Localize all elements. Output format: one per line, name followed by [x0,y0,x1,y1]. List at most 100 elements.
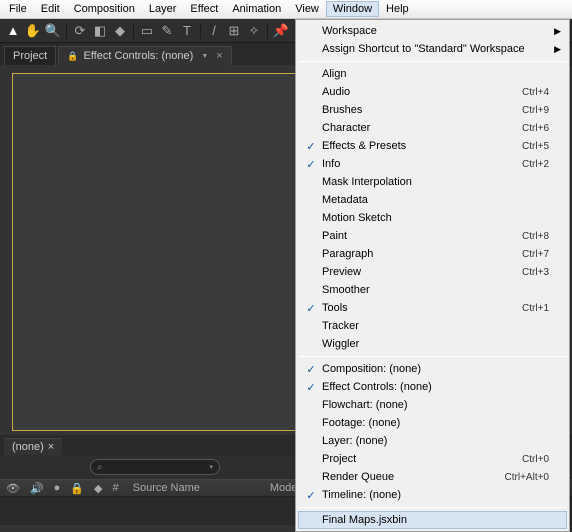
menu-separator [299,507,566,508]
pin-tool-icon[interactable]: 📌 [272,22,290,40]
label-icon[interactable]: ◆ [94,482,102,495]
menu-item[interactable]: ProjectCtrl+0 [298,450,567,468]
menu-composition[interactable]: Composition [67,1,142,17]
tab-timeline-none[interactable]: (none) × [4,438,62,455]
menu-item[interactable]: Mask Interpolation [298,173,567,191]
menu-item[interactable]: ✓Composition: (none) [298,360,567,378]
menubar: FileEditCompositionLayerEffectAnimationV… [0,0,572,19]
menu-item[interactable]: Flowchart: (none) [298,396,567,414]
camera-tool-icon[interactable]: ◧ [91,22,109,40]
text-tool-icon[interactable]: T [178,22,196,40]
menu-item-label: Paragraph [320,248,522,260]
menu-item-shortcut: Ctrl+0 [522,454,549,465]
rotate-tool-icon[interactable]: ⟳ [71,22,89,40]
menu-item[interactable]: Align [298,65,567,83]
menu-item-shortcut: Ctrl+9 [522,105,549,116]
menu-item[interactable]: PaintCtrl+8 [298,227,567,245]
pen-tool-icon[interactable]: ✎ [158,22,176,40]
menu-help[interactable]: Help [379,1,416,17]
menu-item[interactable]: Wiggler [298,335,567,353]
check-icon: ✓ [302,489,320,502]
menu-item-shortcut: Ctrl+Alt+0 [505,472,549,483]
menu-item[interactable]: Workspace▶ [298,22,567,40]
menu-effect[interactable]: Effect [183,1,225,17]
col-source-name[interactable]: Source Name [133,482,200,494]
menu-item-shortcut: Ctrl+6 [522,123,549,134]
menu-item[interactable]: ParagraphCtrl+7 [298,245,567,263]
eraser-tool-icon[interactable]: ✧ [245,22,263,40]
menu-item-shortcut: Ctrl+8 [522,231,549,242]
anchor-tool-icon[interactable]: ◆ [111,22,129,40]
menu-item-label: Flowchart: (none) [320,399,549,411]
hand-tool-icon[interactable]: ✋ [24,22,42,40]
menu-item-label: Motion Sketch [320,212,549,224]
menu-item-label: Preview [320,266,522,278]
zoom-tool-icon[interactable]: 🔍 [44,22,62,40]
menu-item-label: Render Queue [320,471,505,483]
menu-item[interactable]: BrushesCtrl+9 [298,101,567,119]
menu-item-label: Mask Interpolation [320,176,549,188]
menu-item-label: Tracker [320,320,549,332]
menu-item[interactable]: ✓Effect Controls: (none) [298,378,567,396]
menu-item[interactable]: Footage: (none) [298,414,567,432]
menu-item[interactable]: Render QueueCtrl+Alt+0 [298,468,567,486]
menu-item-label: Audio [320,86,522,98]
menu-item[interactable]: AudioCtrl+4 [298,83,567,101]
stamp-tool-icon[interactable]: ⊞ [225,22,243,40]
selection-tool-icon[interactable]: ▲ [4,22,22,40]
close-icon[interactable]: × [48,441,54,453]
menu-item[interactable]: CharacterCtrl+6 [298,119,567,137]
eye-icon[interactable]: 👁 [6,482,20,495]
menu-item[interactable]: PreviewCtrl+3 [298,263,567,281]
brush-tool-icon[interactable]: / [205,22,223,40]
menu-separator [299,61,566,62]
window-menu-dropdown: Workspace▶Assign Shortcut to "Standard" … [295,19,570,532]
menu-item-label: Wiggler [320,338,549,350]
menu-item[interactable]: Layer: (none) [298,432,567,450]
search-input[interactable]: ⌕ ▾ [90,459,220,475]
tab-effect-controls[interactable]: 🔒 Effect Controls: (none) ▼ × [58,46,231,65]
menu-item-label: Tools [320,302,522,314]
menu-layer[interactable]: Layer [142,1,184,17]
menu-view[interactable]: View [288,1,326,17]
menu-item-shortcut: Ctrl+4 [522,87,549,98]
speaker-icon[interactable]: 🔊 [30,482,44,495]
menu-item[interactable]: Tracker [298,317,567,335]
tab-label: (none) [12,441,44,453]
menu-item-label: Character [320,122,522,134]
menu-item[interactable]: ✓InfoCtrl+2 [298,155,567,173]
tab-project[interactable]: Project [4,46,56,65]
chevron-down-icon[interactable]: ▼ [201,53,208,60]
menu-window[interactable]: Window [326,1,379,17]
rect-tool-icon[interactable]: ▭ [138,22,156,40]
menu-item-shortcut: Ctrl+1 [522,303,549,314]
tab-label: Effect Controls: (none) [83,50,193,62]
toolbar-separator [133,23,134,39]
menu-item-label: Layer: (none) [320,435,549,447]
menu-item[interactable]: Smoother [298,281,567,299]
menu-file[interactable]: File [2,1,34,17]
chevron-down-icon[interactable]: ▾ [209,463,213,471]
menu-animation[interactable]: Animation [225,1,288,17]
solo-icon[interactable]: ● [54,482,61,494]
check-icon: ✓ [302,302,320,315]
menu-item[interactable]: Assign Shortcut to "Standard" Workspace▶ [298,40,567,58]
close-icon[interactable]: × [216,50,222,62]
menu-item-label: Timeline: (none) [320,489,549,501]
menu-item[interactable]: ✓Effects & PresetsCtrl+5 [298,137,567,155]
toolbar-separator [66,23,67,39]
col-mode[interactable]: Mode [270,482,298,494]
menu-item-label: Align [320,68,549,80]
menu-item[interactable]: ✓Timeline: (none) [298,486,567,504]
menu-item-label: Effect Controls: (none) [320,381,549,393]
menu-item-label: Project [320,453,522,465]
menu-item[interactable]: ✓ToolsCtrl+1 [298,299,567,317]
toolbar-separator [267,23,268,39]
menu-item-shortcut: Ctrl+3 [522,267,549,278]
menu-item-label: Composition: (none) [320,363,549,375]
menu-item[interactable]: Motion Sketch [298,209,567,227]
menu-item[interactable]: Final Maps.jsxbin [298,511,567,529]
menu-item[interactable]: Metadata [298,191,567,209]
lock-icon[interactable]: 🔒 [70,482,84,495]
menu-edit[interactable]: Edit [34,1,67,17]
